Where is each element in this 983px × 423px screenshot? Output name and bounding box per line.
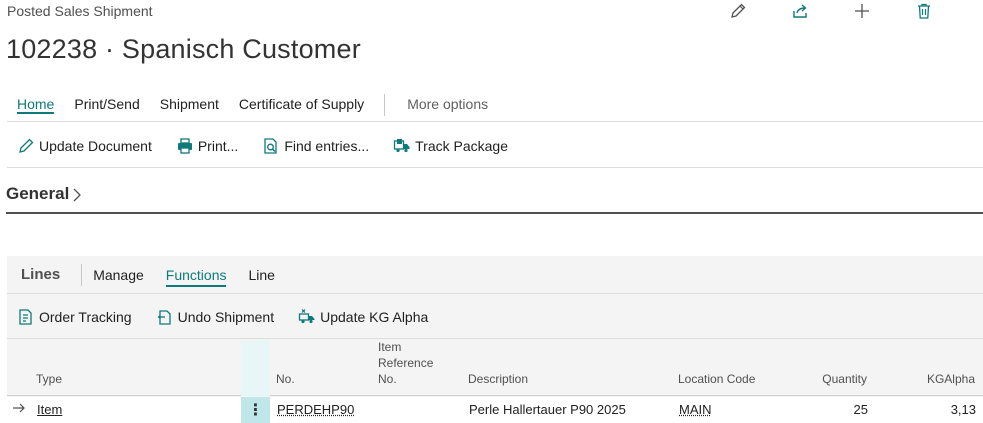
cell-quantity: 25: [853, 402, 868, 417]
update-document-label: Update Document: [39, 137, 152, 154]
top-action-bar: [707, 0, 955, 22]
action-button-bar: Update Document Print... Find entries...…: [7, 124, 983, 168]
undo-shipment-icon: [157, 309, 171, 325]
lines-tab-line[interactable]: Line: [237, 256, 285, 294]
cell-description: Perle Hallertauer P90 2025: [469, 402, 626, 417]
arrow-right-icon: [13, 403, 25, 413]
column-header-item-reference-line1: Item: [378, 340, 402, 354]
more-vertical-icon: ⋮: [247, 402, 264, 419]
new-button[interactable]: [831, 0, 893, 22]
undo-shipment-label: Undo Shipment: [177, 308, 275, 325]
print-label: Print...: [197, 137, 239, 154]
pencil-icon: [731, 3, 746, 18]
column-header-kgalpha[interactable]: KGAlpha: [905, 371, 975, 387]
share-button[interactable]: [769, 0, 831, 22]
edit-button[interactable]: [707, 0, 769, 22]
table-row[interactable]: Item ⋮ PERDEHP90 Perle Hallertauer P90 2…: [7, 397, 983, 423]
order-tracking-label: Order Tracking: [39, 308, 132, 325]
page-type-label: Posted Sales Shipment: [7, 3, 153, 19]
chevron-right-icon: [73, 188, 82, 202]
tab-home[interactable]: Home: [7, 88, 64, 122]
lines-action-bar: Order Tracking Undo Shipment Update KG A…: [7, 295, 983, 339]
lines-part: Lines Manage Functions Line Order Tracki…: [7, 256, 983, 423]
pencil-icon: [19, 138, 34, 153]
column-header-description[interactable]: Description: [468, 371, 528, 387]
printer-icon: [177, 137, 192, 154]
column-header-type[interactable]: Type: [36, 371, 62, 387]
delete-button[interactable]: [893, 0, 955, 22]
plus-icon: [855, 4, 869, 18]
lines-tab-functions[interactable]: Functions: [155, 256, 238, 294]
lines-title: Lines: [7, 264, 83, 286]
trash-icon: [918, 3, 930, 19]
find-entries-icon: [264, 137, 277, 154]
lines-grid: Type No. Item Reference No. Description …: [7, 340, 983, 423]
tab-certificate-of-supply[interactable]: Certificate of Supply: [229, 88, 374, 122]
track-package-button[interactable]: Track Package: [383, 130, 518, 162]
find-entries-button[interactable]: Find entries...: [252, 130, 379, 162]
row-menu-button[interactable]: ⋮: [241, 397, 270, 423]
tab-print-send[interactable]: Print/Send: [64, 88, 149, 122]
tab-separator: [384, 93, 386, 116]
find-entries-label: Find entries...: [284, 137, 370, 154]
row-menu-column-header: [241, 340, 270, 396]
column-header-no[interactable]: No.: [276, 371, 295, 387]
lines-tab-bar: Lines Manage Functions Line: [7, 256, 983, 294]
general-title: General: [6, 184, 70, 203]
truck-update-icon: [298, 308, 315, 323]
lines-tab-manage[interactable]: Manage: [82, 256, 155, 294]
print-button[interactable]: Print...: [166, 130, 248, 162]
column-header-item-reference-line3: No.: [378, 372, 397, 386]
tab-shipment[interactable]: Shipment: [150, 88, 229, 122]
order-tracking-icon: [19, 308, 32, 325]
cell-location-code[interactable]: MAIN: [679, 402, 712, 417]
cell-no[interactable]: PERDEHP90: [277, 402, 354, 417]
column-header-item-reference-line2: Reference: [378, 356, 434, 370]
page-title: 102238 · Spanisch Customer: [6, 34, 361, 64]
column-header-location-code[interactable]: Location Code: [678, 371, 755, 387]
update-kg-alpha-label: Update KG Alpha: [320, 308, 429, 325]
general-section-header[interactable]: General: [6, 184, 983, 214]
cell-type[interactable]: Item: [37, 402, 62, 417]
update-document-button[interactable]: Update Document: [7, 130, 162, 162]
cell-kgalpha: 3,13: [950, 402, 976, 417]
undo-shipment-button[interactable]: Undo Shipment: [146, 301, 285, 333]
truck-icon: [393, 138, 410, 152]
grid-header: Type No. Item Reference No. Description …: [7, 340, 983, 396]
share-icon: [793, 4, 807, 18]
action-tab-bar: Home Print/Send Shipment Certificate of …: [7, 88, 983, 122]
more-options-button[interactable]: More options: [397, 88, 498, 122]
column-header-quantity[interactable]: Quantity: [797, 371, 867, 387]
column-header-item-reference-no[interactable]: Item Reference No.: [378, 339, 433, 387]
order-tracking-button[interactable]: Order Tracking: [7, 301, 142, 333]
update-kg-alpha-button[interactable]: Update KG Alpha: [288, 301, 438, 333]
track-package-label: Track Package: [415, 137, 508, 154]
